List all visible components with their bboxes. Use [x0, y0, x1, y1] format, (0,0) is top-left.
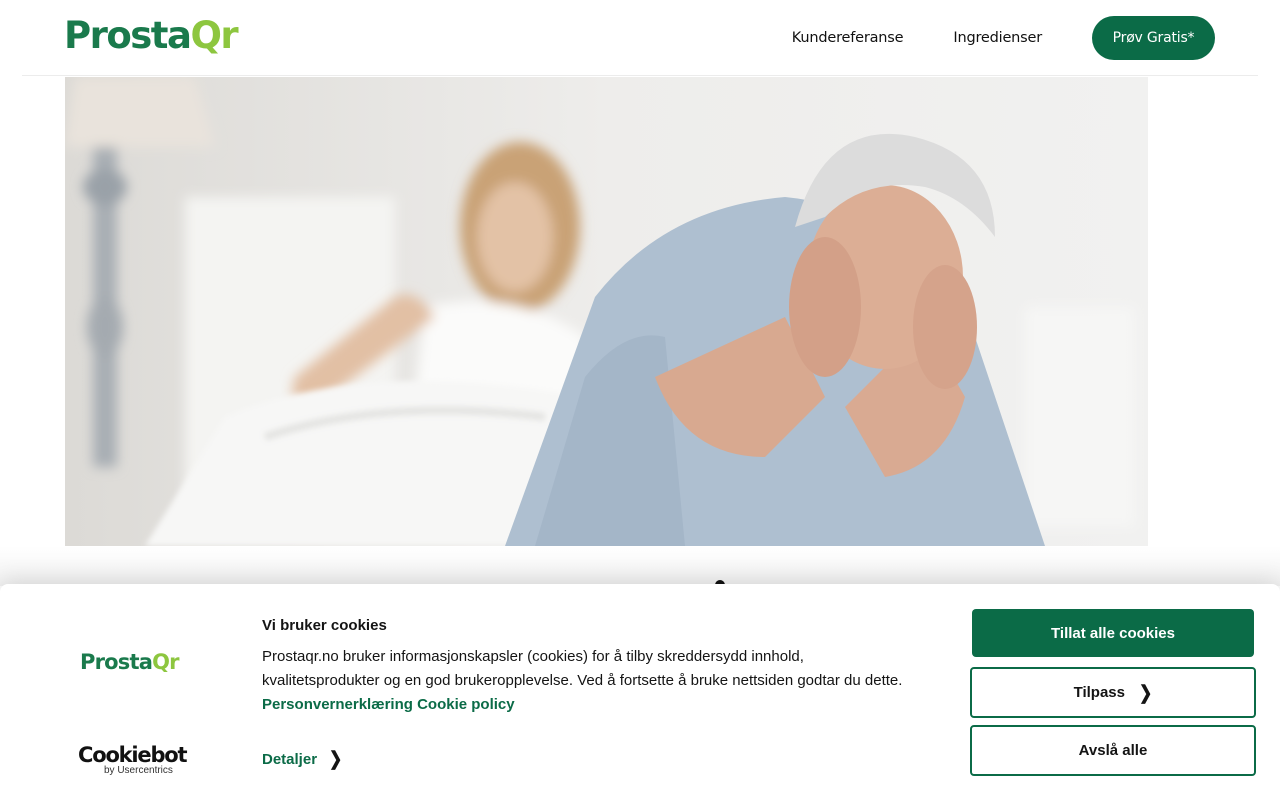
cookiebot-name: Cookiebot — [78, 743, 188, 767]
cookiebot-logo[interactable]: Cookiebot by Usercentrics — [78, 744, 188, 776]
cookie-logo-text-prosta: Prosta — [80, 650, 153, 674]
cookie-banner-text: Prostaqr.no bruker informasjonskapsler (… — [262, 645, 922, 717]
customize-cookies-button[interactable]: Tilpass ❯ — [970, 667, 1256, 718]
privacy-policy-link[interactable]: Personvernerklæring — [262, 696, 413, 713]
header-divider — [22, 75, 1258, 76]
logo-text-qr: Qr — [190, 14, 238, 57]
cookie-logo-text-qr: Qr — [152, 650, 179, 674]
details-toggle[interactable]: Detaljer ❯ — [262, 749, 342, 769]
site-header: ProstaQr Kundereferanse Ingredienser Prø… — [0, 0, 1280, 76]
customize-label: Tilpass — [1073, 684, 1125, 701]
chevron-right-icon: ❯ — [1139, 682, 1153, 704]
allow-all-label: Tillat alle cookies — [1051, 624, 1175, 642]
nav-link-ingredienser[interactable]: Ingredienser — [953, 16, 1042, 60]
deny-all-label: Avslå alle — [1078, 742, 1148, 759]
hero-photo — [65, 77, 1148, 546]
site-logo[interactable]: ProstaQr — [64, 14, 239, 58]
nav-link-kundereferanse[interactable]: Kundereferanse — [792, 16, 904, 60]
cookie-banner-title: Vi bruker cookies — [262, 617, 387, 634]
cookie-banner-body: Prostaqr.no bruker informasjonskapsler (… — [262, 648, 903, 689]
cookiebot-sub: by Usercentrics — [104, 765, 173, 776]
cookie-consent-banner: ProstaQr Cookiebot by Usercentrics Vi br… — [0, 584, 1280, 800]
try-free-button[interactable]: Prøv Gratis* — [1092, 16, 1215, 60]
details-label: Detaljer — [262, 750, 318, 768]
deny-all-cookies-button[interactable]: Avslå alle — [970, 725, 1256, 776]
allow-all-cookies-button[interactable]: Tillat alle cookies — [972, 609, 1254, 657]
hero-image — [65, 77, 1148, 546]
logo-text-prosta: Prosta — [64, 14, 192, 57]
main-nav: Kundereferanse Ingredienser Prøv Gratis* — [792, 16, 1215, 60]
chevron-right-icon: ❯ — [329, 749, 343, 770]
hero-bottom-spacer — [0, 546, 1280, 586]
cookie-banner-logo: ProstaQr — [80, 650, 179, 674]
cookie-policy-link[interactable]: Cookie policy — [417, 696, 515, 713]
